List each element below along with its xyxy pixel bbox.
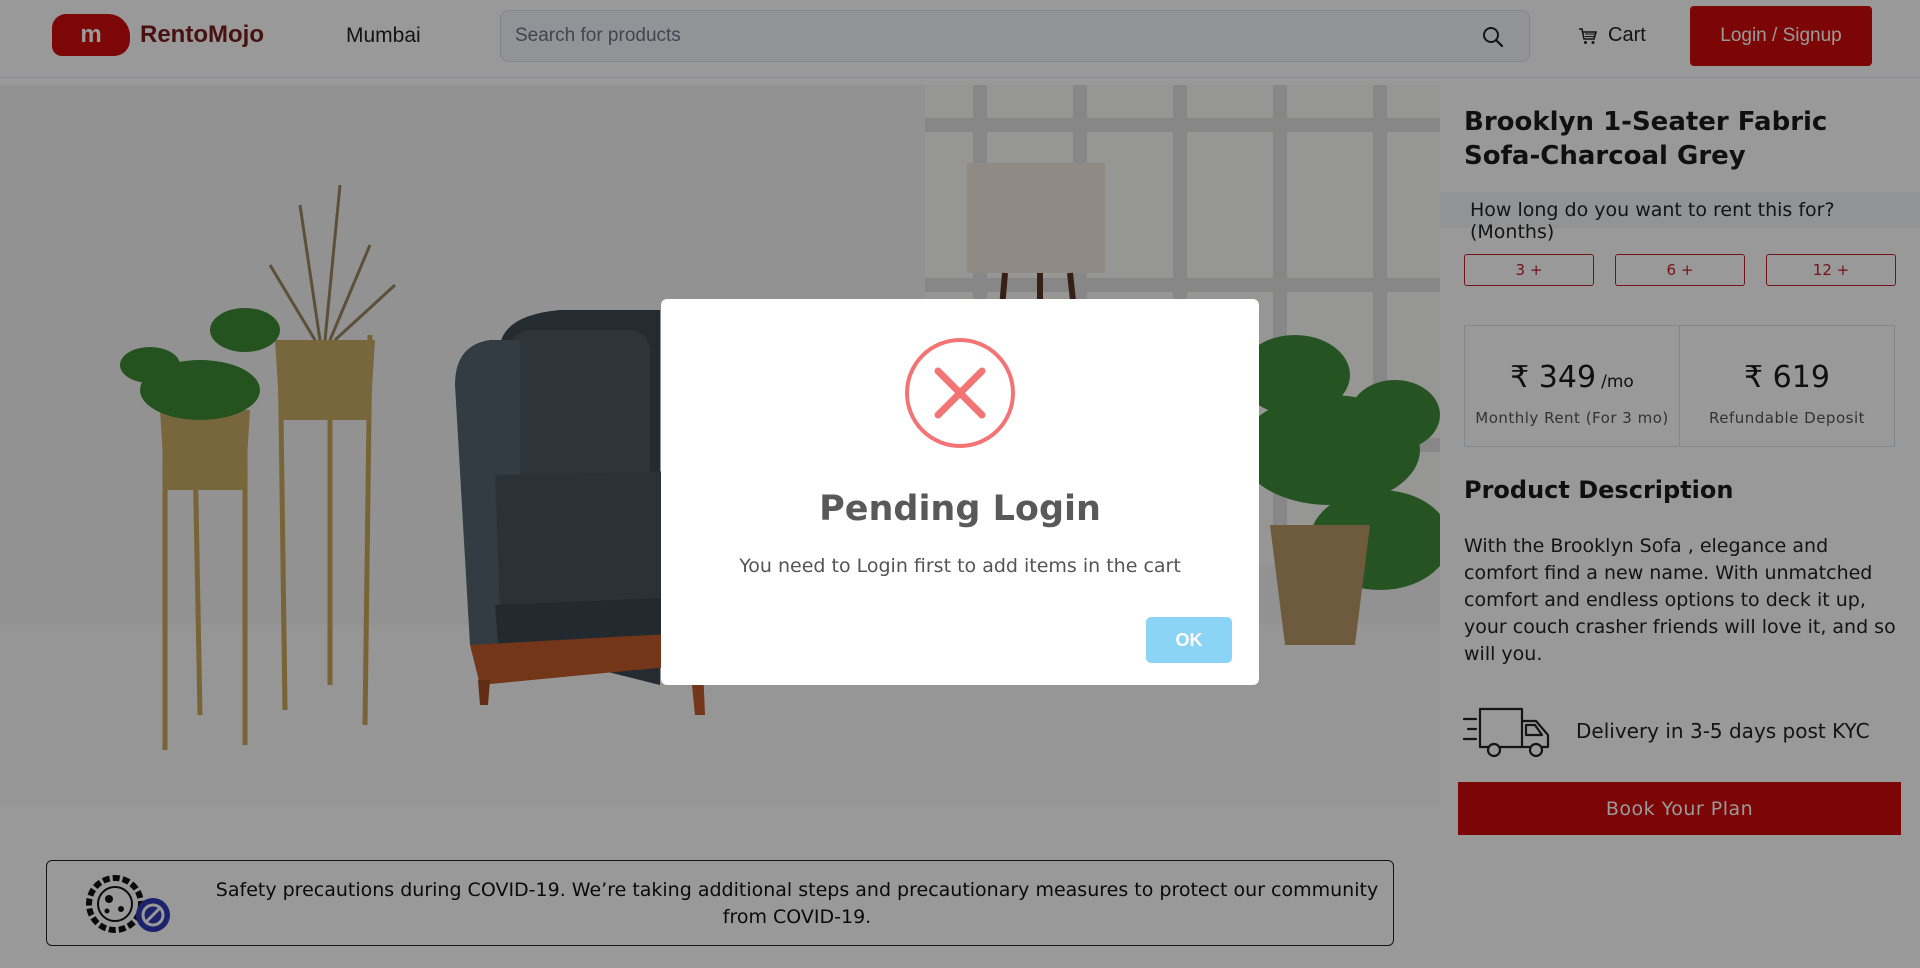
ok-button[interactable]: OK — [1146, 617, 1232, 663]
dialog-title: Pending Login — [819, 489, 1101, 529]
pending-login-dialog: Pending Login You need to Login first to… — [661, 299, 1259, 685]
error-x-icon — [905, 338, 1015, 448]
dialog-message: You need to Login first to add items in … — [739, 555, 1181, 577]
